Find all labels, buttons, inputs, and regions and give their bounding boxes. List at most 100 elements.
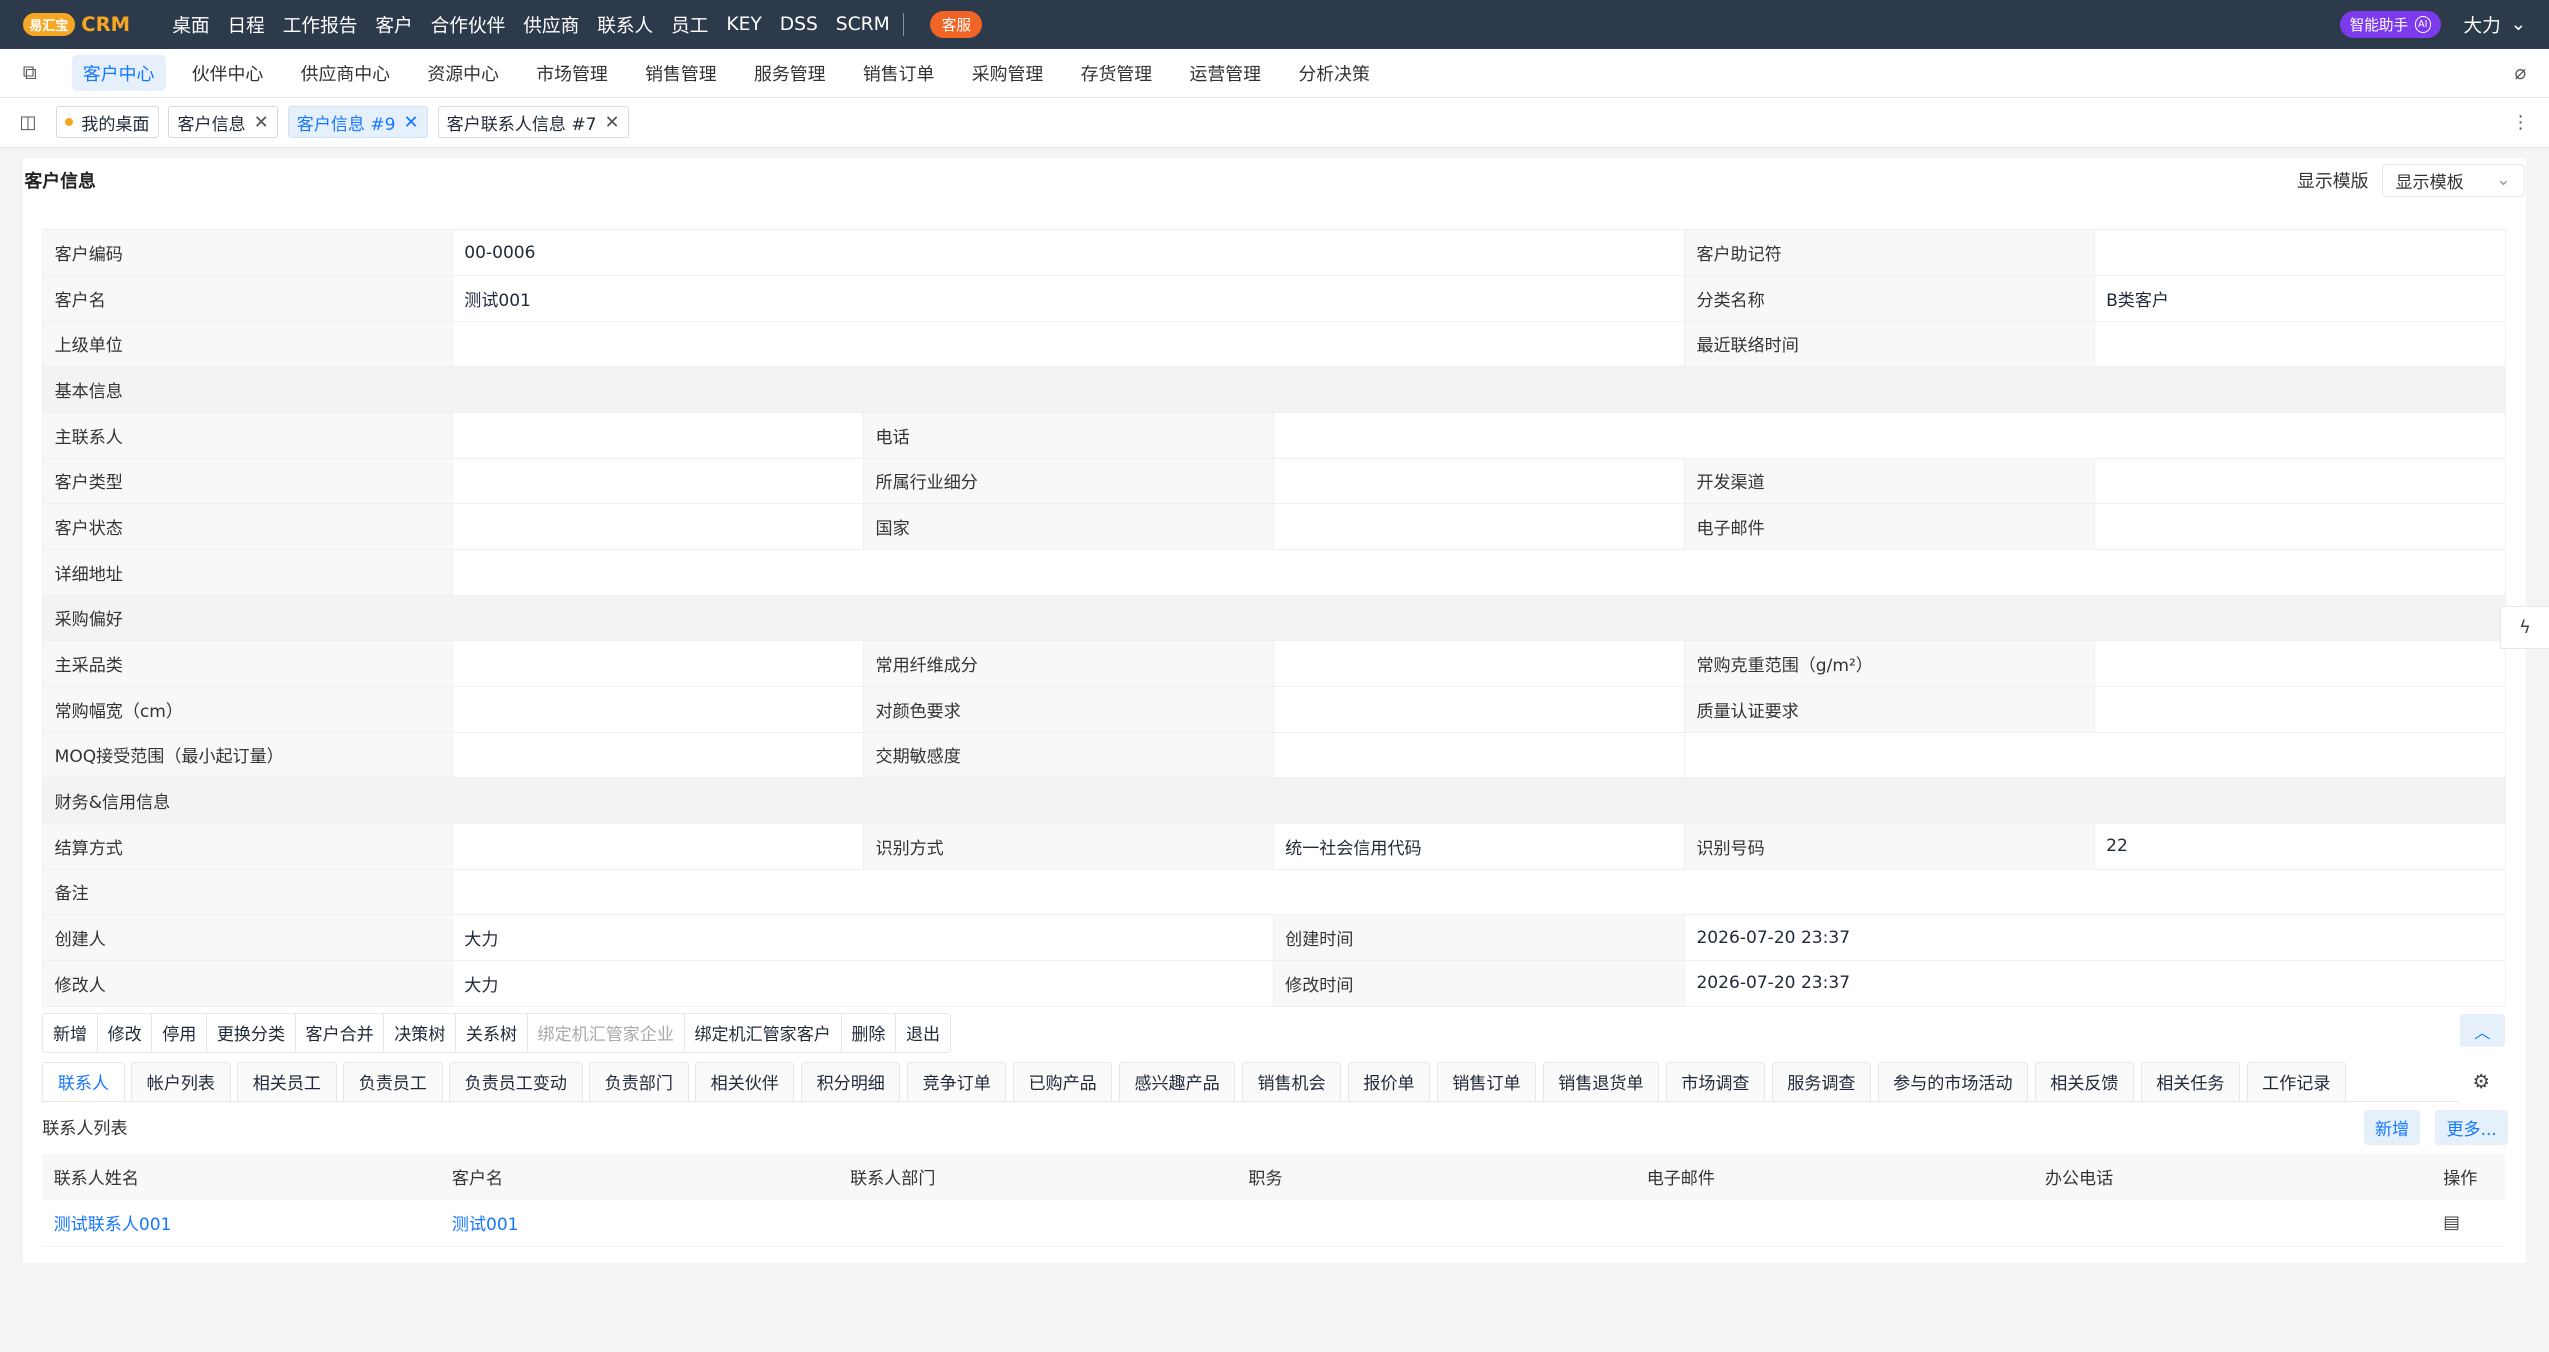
tab-customer-contact-7[interactable]: 客户联系人信息 #7 ✕ — [437, 105, 629, 139]
relation-tree-button[interactable]: 关系树 — [456, 1013, 528, 1052]
subtab-campaigns[interactable]: 参与的市场活动 — [1877, 1061, 2029, 1101]
logo-text: CRM — [81, 12, 130, 36]
subtab-accounts[interactable]: 帐户列表 — [131, 1061, 231, 1101]
menu-item-sales-order[interactable]: 销售订单 — [852, 55, 946, 91]
gear-icon[interactable]: ⚙ — [2473, 1070, 2490, 1093]
subtab-purchased-products[interactable]: 已购产品 — [1012, 1061, 1113, 1101]
menu-item-resource-center[interactable]: 资源中心 — [416, 55, 510, 91]
tab-customer-info[interactable]: 客户信息 ✕ — [168, 105, 278, 139]
bind-customer-button[interactable]: 绑定机汇管家客户 — [685, 1013, 842, 1052]
menu-item-sales[interactable]: 销售管理 — [634, 55, 728, 91]
menu-item-operations[interactable]: 运营管理 — [1178, 55, 1272, 91]
field-value — [1272, 503, 1686, 550]
column-header: 联系人姓名 — [42, 1154, 441, 1200]
subtab-feedback[interactable]: 相关反馈 — [2034, 1061, 2135, 1101]
field-value — [1272, 685, 1686, 733]
lightning-icon: ϟ — [2519, 616, 2531, 638]
modules-icon[interactable]: ⧉ — [23, 61, 46, 84]
field-value — [451, 411, 865, 459]
tab-customer-info-9[interactable]: 客户信息 #9 ✕ — [287, 105, 428, 139]
decision-tree-button[interactable]: 决策树 — [384, 1013, 457, 1052]
customer-service-button[interactable]: 客服 — [930, 10, 983, 39]
close-icon[interactable]: ✕ — [254, 112, 269, 133]
subtab-interested-products[interactable]: 感兴趣产品 — [1118, 1061, 1236, 1101]
logo[interactable]: 易汇宝 CRM — [22, 12, 130, 36]
menu-item-marketing[interactable]: 市场管理 — [525, 55, 619, 91]
topnav-item[interactable]: 联系人 — [597, 11, 653, 38]
subtab-opportunities[interactable]: 销售机会 — [1241, 1061, 1342, 1101]
topnav-item[interactable]: 合作伙伴 — [431, 11, 506, 38]
subtab-owner-dept[interactable]: 负责部门 — [589, 1061, 689, 1101]
unsaved-dot-icon — [65, 118, 74, 127]
attachment-icon[interactable]: ⌀ — [2514, 61, 2526, 84]
subtab-contacts[interactable]: 联系人 — [42, 1061, 125, 1101]
close-icon[interactable]: ✕ — [404, 112, 419, 133]
menu-item-partner-center[interactable]: 伙伴中心 — [180, 55, 274, 91]
delete-button[interactable]: 删除 — [842, 1013, 897, 1052]
tab-label: 客户信息 — [177, 114, 246, 135]
subtab-service-survey[interactable]: 服务调查 — [1771, 1061, 1872, 1101]
subtab-owner-staff[interactable]: 负责员工 — [343, 1061, 443, 1101]
menu-item-service[interactable]: 服务管理 — [743, 55, 837, 91]
customer-name-link[interactable]: 测试001 — [452, 1215, 519, 1235]
collapse-up-button[interactable]: ︿ — [2459, 1014, 2506, 1047]
top-bar: 易汇宝 CRM 桌面 日程 工作报告 客户 合作伙伴 供应商 联系人 员工 KE… — [0, 0, 2549, 49]
tab-label: 客户联系人信息 #7 — [446, 114, 597, 135]
topnav-item[interactable]: DSS — [780, 14, 818, 35]
subtab-sales-orders[interactable]: 销售订单 — [1436, 1061, 1537, 1101]
topnav-item[interactable]: 供应商 — [523, 11, 579, 38]
topnav-item[interactable]: KEY — [726, 14, 761, 35]
subtab-owner-changes[interactable]: 负责员工变动 — [449, 1061, 583, 1101]
menu-item-customer-center[interactable]: 客户中心 — [71, 54, 166, 91]
field-label: 常购克重范围（g/m²） — [1684, 640, 2095, 687]
menu-item-inventory[interactable]: 存货管理 — [1069, 55, 1163, 91]
section-header: 财务&信用信息 — [42, 777, 2506, 824]
topnav-item[interactable]: 客户 — [375, 11, 412, 38]
topnav-item[interactable]: 员工 — [671, 11, 708, 38]
subtab-related-partners[interactable]: 相关伙伴 — [695, 1061, 795, 1101]
add-contact-button[interactable]: 新增 — [2363, 1110, 2421, 1146]
menu-item-supplier-center[interactable]: 供应商中心 — [289, 55, 401, 91]
disable-button[interactable]: 停用 — [152, 1013, 208, 1052]
user-menu[interactable]: 大力 ⌄ — [2463, 11, 2526, 38]
more-vertical-icon[interactable]: ⋮ — [2512, 112, 2530, 133]
subtab-work-records[interactable]: 工作记录 — [2246, 1061, 2346, 1101]
change-category-button[interactable]: 更换分类 — [207, 1013, 296, 1052]
column-header: 操作 — [2431, 1154, 2506, 1200]
quick-action-side-button[interactable]: ϟ — [2500, 606, 2549, 649]
subtab-returns[interactable]: 销售退货单 — [1542, 1061, 1660, 1101]
menu-item-purchase[interactable]: 采购管理 — [960, 55, 1054, 91]
exit-button[interactable]: 退出 — [896, 1014, 950, 1052]
topnav-item[interactable]: 桌面 — [172, 11, 209, 38]
subtab-competing-orders[interactable]: 竞争订单 — [906, 1061, 1007, 1101]
subtab-points[interactable]: 积分明细 — [800, 1061, 901, 1101]
column-header: 客户名 — [440, 1154, 839, 1200]
tab-my-desktop[interactable]: 我的桌面 — [55, 105, 159, 139]
subtab-quotes[interactable]: 报价单 — [1347, 1061, 1431, 1101]
contact-name-link[interactable]: 测试联系人001 — [54, 1215, 172, 1235]
more-button[interactable]: 更多... — [2435, 1110, 2509, 1146]
ai-assistant-button[interactable]: 智能助手 AI — [2339, 10, 2441, 39]
topnav-item[interactable]: SCRM — [836, 14, 890, 35]
merge-customer-button[interactable]: 客户合并 — [296, 1013, 385, 1052]
add-button[interactable]: 新增 — [43, 1013, 98, 1052]
subtab-market-survey[interactable]: 市场调查 — [1665, 1061, 1766, 1101]
view-details-icon[interactable]: ▤ — [2443, 1212, 2460, 1233]
topnav-item[interactable]: 日程 — [228, 11, 265, 38]
subtab-related-staff[interactable]: 相关员工 — [237, 1061, 337, 1101]
table-cell — [838, 1199, 1238, 1248]
sidebar-toggle-icon[interactable]: ◫ — [20, 112, 37, 133]
edit-button[interactable]: 修改 — [98, 1013, 153, 1052]
topnav-item[interactable]: 工作报告 — [283, 11, 358, 38]
column-header: 职务 — [1237, 1154, 1636, 1200]
template-select[interactable]: 显示模板 ⌄ — [2381, 164, 2525, 197]
field-value — [451, 822, 865, 870]
field-value: 测试001 — [451, 274, 1686, 322]
menu-item-analysis[interactable]: 分析决策 — [1287, 55, 1381, 91]
subtab-tasks[interactable]: 相关任务 — [2140, 1061, 2241, 1101]
field-value: 22 — [2093, 822, 2506, 870]
field-label: 修改时间 — [1272, 959, 1686, 1007]
bind-enterprise-button[interactable]: 绑定机汇管家企业 — [528, 1013, 685, 1052]
field-value: 2026-07-20 23:37 — [1684, 914, 2506, 961]
close-icon[interactable]: ✕ — [605, 112, 620, 133]
